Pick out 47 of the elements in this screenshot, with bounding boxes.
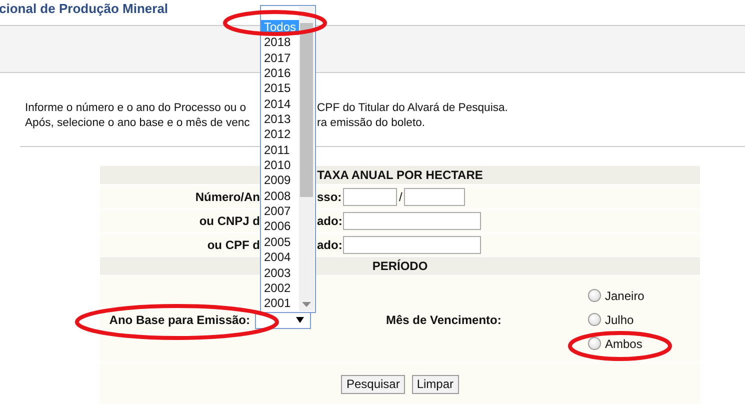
scroll-down-icon[interactable] — [302, 302, 311, 307]
radio-button[interactable] — [588, 337, 601, 350]
dropdown-option[interactable]: 2006 — [261, 219, 300, 235]
dropdown-option[interactable]: 2010 — [261, 158, 300, 174]
field-label: ou CNPJ d — [198, 212, 260, 230]
radio-button[interactable] — [588, 289, 601, 302]
separator-text: / — [399, 188, 402, 206]
radio-label: Janeiro — [605, 288, 644, 304]
caret-icon — [296, 316, 304, 322]
scrollbar-thumb[interactable] — [300, 23, 313, 197]
instruction-text: ra emissão do boleto. — [317, 116, 426, 131]
form-button[interactable]: Pesquisar — [341, 374, 405, 394]
dropdown-option[interactable]: 2013 — [261, 112, 300, 128]
instruction-text: CPF do Titular do Alvará de Pesquisa. — [317, 101, 508, 116]
input-field[interactable] — [343, 188, 397, 206]
dropdown-option[interactable]: 2015 — [261, 81, 300, 97]
form-button[interactable]: Limpar — [412, 374, 459, 394]
field-label: Ano Base para Emissão: — [108, 312, 251, 328]
radio-button[interactable] — [588, 313, 601, 326]
field-label: Número/An — [194, 188, 260, 206]
instruction-text: Informe o número e o ano do Processo ou o — [25, 101, 248, 116]
field-label: ou CPF d — [206, 236, 260, 254]
radio-label: Ambos — [605, 336, 642, 352]
scrollbar[interactable] — [299, 7, 314, 311]
field-label: ado: — [316, 212, 343, 230]
input-field[interactable] — [343, 236, 481, 254]
dropdown-option[interactable]: 2004 — [261, 250, 300, 266]
radio-label: Julho — [605, 312, 634, 328]
dropdown-option[interactable]: 2017 — [261, 50, 300, 66]
dropdown-option[interactable]: 2016 — [261, 66, 300, 82]
dropdown-option[interactable]: 2012 — [261, 127, 300, 143]
input-field[interactable] — [343, 212, 481, 230]
input-field[interactable] — [404, 188, 466, 206]
field-label: sso: — [316, 188, 343, 206]
dropdown-option[interactable]: 2001 — [261, 296, 300, 312]
dropdown-option[interactable]: 2009 — [261, 173, 300, 189]
field-label: ado: — [316, 236, 343, 254]
dropdown-option[interactable]: 2011 — [261, 142, 300, 158]
instruction-text: Após, selecione o ano base e o mês de venc — [25, 116, 251, 131]
dropdown-option[interactable]: 2014 — [261, 96, 300, 112]
dropdown-option[interactable]: 2002 — [261, 280, 300, 296]
dropdown-option[interactable]: 2007 — [261, 204, 300, 220]
field-label: Mês de Vencimento: — [386, 312, 502, 328]
dropdown-option[interactable]: 2005 — [261, 234, 300, 250]
dropdown-option[interactable]: 2018 — [261, 35, 300, 51]
dropdown-option[interactable]: 2008 — [261, 188, 300, 204]
dropdown-option[interactable]: 2003 — [261, 266, 300, 281]
